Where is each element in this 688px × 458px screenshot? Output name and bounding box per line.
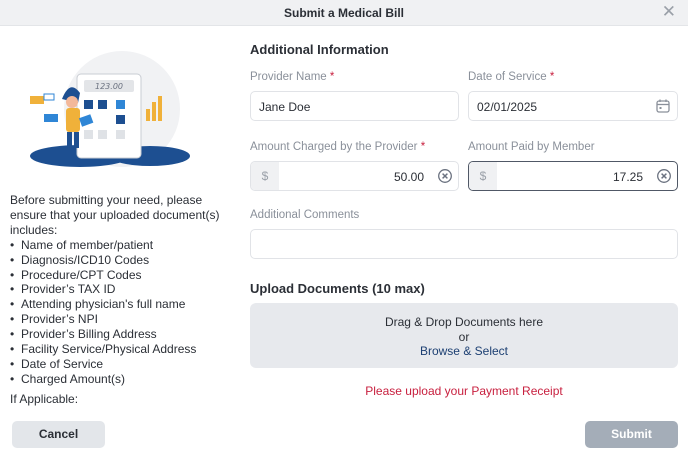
date-of-service-field[interactable]: 02/01/2025: [468, 91, 678, 121]
list-item: Procedure/CPT Codes: [10, 268, 235, 283]
calendar-icon[interactable]: [656, 99, 670, 113]
list-item: Attending physician's full name: [10, 297, 235, 312]
additional-comments-field[interactable]: [250, 229, 678, 259]
calculator-display: 123.00: [95, 82, 123, 91]
clear-icon[interactable]: [657, 169, 671, 183]
amount-paid-value: 17.25: [612, 170, 643, 184]
medical-bill-illustration: 123.00: [30, 51, 190, 167]
amount-paid-label: Amount Paid by Member: [468, 141, 595, 153]
provider-name-field[interactable]: Jane Doe: [250, 91, 459, 121]
list-item: Date of Service: [10, 357, 235, 372]
cancel-button[interactable]: Cancel: [12, 421, 105, 448]
date-of-service-value: 02/01/2025: [477, 100, 538, 114]
clear-icon[interactable]: [438, 169, 452, 183]
list-item: Charged Amount(s): [10, 372, 235, 387]
dialog-title: Submit a Medical Bill: [283, 6, 405, 20]
submit-button[interactable]: Submit: [585, 421, 678, 448]
payment-receipt-warning: Please upload your Payment Receipt: [365, 384, 563, 398]
requirements-more: If Applicable:: [10, 391, 79, 406]
dollar-prefix: $: [251, 162, 279, 190]
dialog-title-bar: Submit a Medical Bill ✕: [0, 0, 688, 26]
close-icon[interactable]: ✕: [662, 3, 676, 21]
provider-name-label: Provider Name *: [250, 71, 335, 83]
date-of-service-label: Date of Service *: [468, 71, 555, 83]
amount-charged-label: Amount Charged by the Provider *: [250, 141, 426, 153]
provider-name-value: Jane Doe: [259, 100, 311, 114]
requirements-intro: Before submitting your need, please ensu…: [10, 193, 220, 237]
list-item: Facility Service/Physical Address: [10, 342, 235, 357]
upload-dropzone[interactable]: Drag & Drop Documents here or Browse & S…: [250, 303, 678, 368]
upload-documents-heading: Upload Documents (10 max): [250, 281, 425, 296]
document-requirements: Before submitting your need, please ensu…: [10, 193, 235, 411]
amount-charged-value: 50.00: [393, 170, 424, 184]
list-item: Provider’s TAX ID: [10, 282, 235, 297]
additional-comments-label: Additional Comments: [250, 209, 360, 221]
list-item: Provider’s Billing Address: [10, 327, 235, 342]
list-item: Diagnosis/ICD10 Codes: [10, 253, 235, 268]
amount-charged-field[interactable]: $ 50.00: [250, 161, 459, 191]
amount-paid-field[interactable]: $ 17.25: [468, 161, 678, 191]
or-text: or: [458, 330, 470, 344]
dollar-prefix: $: [469, 162, 497, 190]
drag-drop-text: Drag & Drop Documents here: [384, 315, 544, 329]
additional-information-heading: Additional Information: [250, 42, 389, 57]
list-item: Name of member/patient: [10, 238, 235, 253]
browse-select-link[interactable]: Browse & Select: [250, 344, 678, 358]
list-item: Provider’s NPI: [10, 312, 235, 327]
requirements-list: Name of member/patient Diagnosis/ICD10 C…: [10, 238, 235, 387]
